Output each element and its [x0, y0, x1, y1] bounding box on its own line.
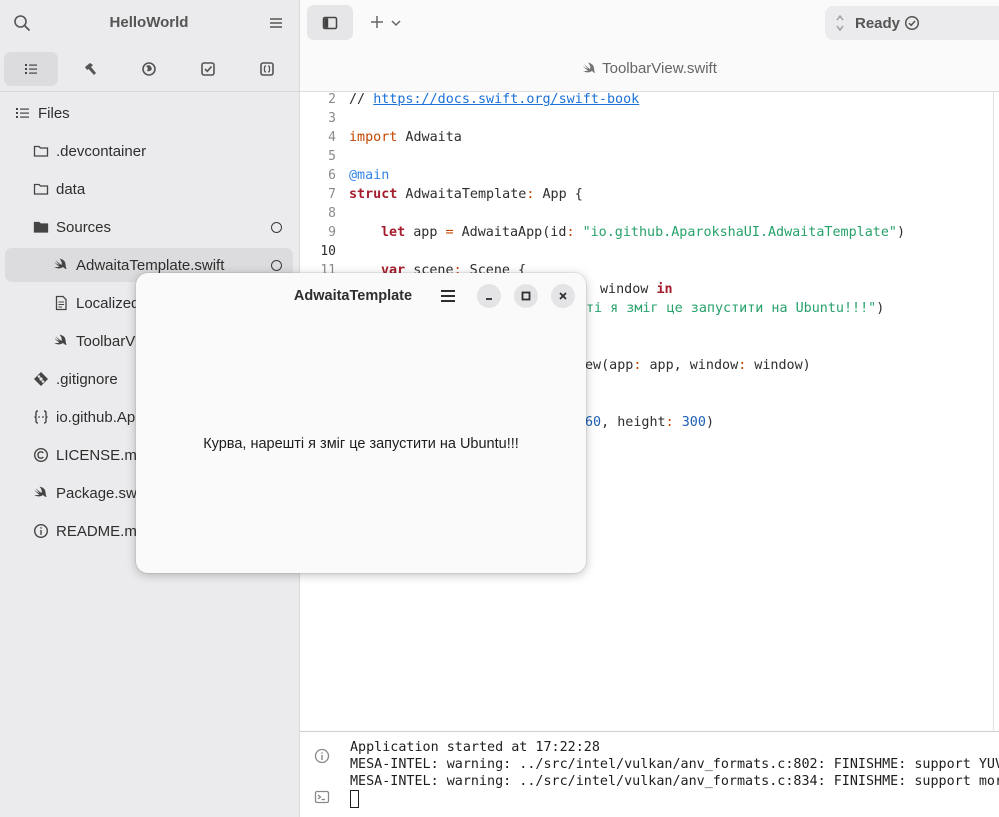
maximize-button[interactable]	[514, 284, 538, 308]
tab-tasks[interactable]	[181, 52, 235, 86]
tab-symbols[interactable]	[240, 52, 294, 86]
hamburger-menu-icon[interactable]	[439, 287, 457, 305]
code-line: struct AdwaitaTemplate: App {	[349, 187, 583, 202]
tab-toolbarview[interactable]: ToolbarView.swift	[300, 60, 999, 77]
modified-indicator	[271, 260, 282, 271]
line-number: 10	[320, 244, 336, 259]
code-line: 60, height: 300)	[585, 415, 714, 430]
code-line: ті я зміг це запустити на Ubuntu!!!")	[586, 301, 885, 316]
line-number: 5	[328, 149, 336, 164]
status-text: Ready	[855, 15, 901, 32]
minimize-button[interactable]	[477, 284, 501, 308]
copyright-icon	[33, 447, 49, 463]
list-icon	[25, 64, 37, 74]
info-icon[interactable]	[314, 748, 330, 764]
braces-doc-icon	[260, 62, 274, 76]
code-line: import Adwaita	[349, 130, 462, 145]
tab-label: ToolbarView.swift	[602, 60, 717, 77]
maximize-icon	[521, 291, 531, 301]
swift-icon	[54, 334, 67, 345]
tree-item-label: README.mc	[56, 523, 145, 540]
window-message: Курва, нарешті я зміг це запустити на Ub…	[203, 436, 519, 452]
tree-item-label: io.github.Ap	[56, 409, 136, 426]
check-circle-icon	[904, 15, 920, 31]
document-icon	[55, 295, 67, 311]
terminal-cursor	[350, 790, 359, 808]
sidebar-divider	[0, 91, 300, 92]
folder-icon	[33, 145, 49, 157]
modified-indicator	[271, 222, 282, 233]
code-line: let app = AdwaitaApp(id: "io.github.Apar…	[381, 225, 906, 240]
line-number: 6	[328, 168, 336, 183]
sidebar-tabs	[0, 52, 300, 86]
console-line: MESA-INTEL: warning: ../src/intel/vulkan…	[350, 774, 999, 789]
tree-item-label: Sources	[56, 219, 112, 236]
tree-item-label: ToolbarV	[76, 333, 136, 350]
tab-files[interactable]	[4, 52, 58, 86]
build-status[interactable]: Ready	[825, 6, 999, 40]
line-number: 8	[328, 206, 336, 221]
code-line: window in	[600, 282, 673, 297]
close-button[interactable]	[551, 284, 575, 308]
tree-item-label: Files	[38, 105, 70, 122]
code-line: @main	[349, 168, 390, 183]
tree-item-label: .gitignore	[56, 371, 118, 388]
tree-item-label: AdwaitaTemplate.swift	[76, 257, 225, 274]
tree-item-label: Localized	[76, 295, 140, 312]
editor-tab-bar: ToolbarView.swift	[300, 46, 999, 92]
app-window[interactable]: AdwaitaTemplate Курва, нарешті я зміг це…	[136, 273, 586, 573]
code-line: ew(app: app, window: window)	[585, 358, 811, 373]
terminal-icon[interactable]	[314, 789, 330, 805]
chevron-down-icon[interactable]	[390, 17, 402, 29]
line-number: 4	[328, 130, 336, 145]
window-title: AdwaitaTemplate	[293, 288, 413, 304]
menu-icon[interactable]	[268, 15, 284, 31]
line-number: 7	[328, 187, 336, 202]
tab-web[interactable]	[122, 52, 176, 86]
sidebar-icon	[322, 16, 338, 29]
tree-item[interactable]: Files	[5, 96, 293, 130]
line-number: 9	[328, 225, 336, 240]
console-line: Application started at 17:22:28	[350, 740, 600, 755]
code-link[interactable]: https://docs.swift.org/swift-book	[373, 92, 639, 107]
swift-icon	[34, 486, 47, 497]
globe-icon	[142, 62, 156, 76]
chevron-updown-icon	[836, 14, 844, 32]
console-panel[interactable]: Application started at 17:22:28 MESA-INT…	[300, 731, 999, 817]
list-icon	[16, 108, 29, 118]
toolbar: Ready	[300, 0, 999, 46]
line-number: 3	[328, 111, 336, 126]
tree-item-label: LICENSE.md	[56, 447, 146, 464]
tree-item[interactable]: .devcontainer	[5, 134, 293, 168]
tree-item[interactable]: Sources	[5, 210, 293, 244]
tab-build[interactable]	[63, 52, 117, 86]
toggle-sidebar-button[interactable]	[307, 5, 353, 40]
tree-item[interactable]: data	[5, 172, 293, 206]
minimap-divider	[993, 92, 994, 730]
console-line: MESA-INTEL: warning: ../src/intel/vulkan…	[350, 757, 999, 772]
minimize-icon	[486, 298, 492, 300]
info-icon	[33, 523, 49, 539]
tree-item-label: Package.swi	[56, 485, 141, 502]
git-icon	[34, 372, 48, 386]
close-icon	[559, 292, 567, 300]
tree-item-label: .devcontainer	[56, 143, 147, 160]
add-icon[interactable]	[368, 13, 386, 31]
swift-icon	[54, 258, 67, 269]
hammer-icon	[85, 63, 96, 75]
code-line: // https://docs.swift.org/swift-book	[349, 92, 640, 107]
braces-icon	[34, 410, 48, 424]
folder-open-icon	[33, 221, 49, 233]
swift-icon	[583, 62, 596, 73]
tree-item-label: data	[56, 181, 86, 198]
line-number: 2	[328, 92, 336, 107]
project-title: HelloWorld	[109, 14, 189, 31]
folder-icon	[33, 183, 49, 195]
sidebar-header: HelloWorld	[0, 0, 300, 46]
checkbox-icon	[201, 62, 215, 76]
